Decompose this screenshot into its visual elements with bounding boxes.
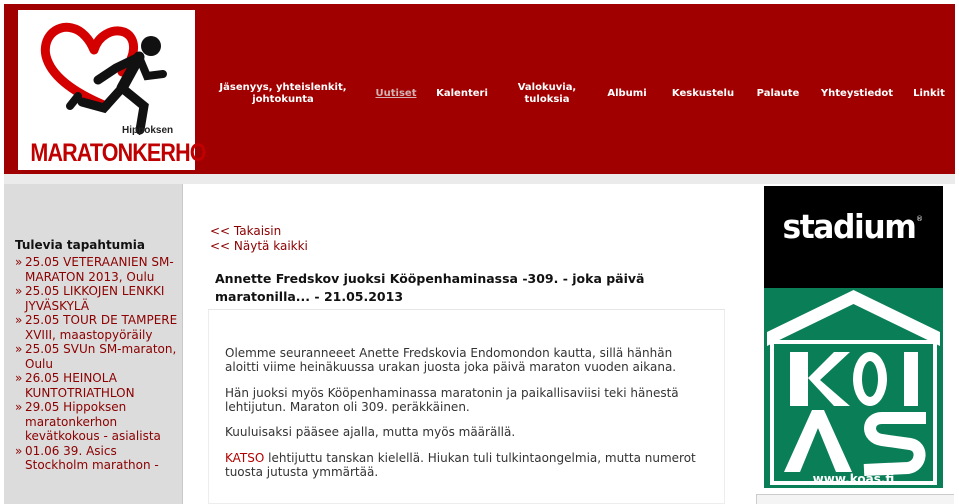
article-paragraph: Kuuluisaksi pääsee ajalla, mutta myös mä… — [225, 425, 516, 440]
bullet-icon: » — [15, 371, 23, 385]
back-link[interactable]: << Takaisin — [210, 224, 308, 239]
nav-item-jasenyys[interactable]: Jäsenyys, yhteislenkit, johtokunta — [210, 74, 356, 114]
upcoming-events-title: Tulevia tapahtumia — [15, 238, 145, 252]
event-link[interactable]: 25.05 LIKKOJEN LENKKI JYVÄSKYLÄ — [25, 284, 164, 313]
page: Hippoksen MARATONKERHO Jäsenyys, yhteisl… — [0, 0, 959, 504]
bullet-icon: » — [15, 313, 23, 327]
nav-item-uutiset[interactable]: Uutiset — [368, 74, 424, 114]
nav-item-yhteystiedot[interactable]: Yhteystiedot — [812, 74, 902, 114]
sidebar: Tulevia tapahtumia » 25.05 VETERAANIEN SM… — [4, 184, 183, 504]
main-content: << Takaisin << Näytä kaikki Annette Fred… — [184, 184, 754, 504]
event-link[interactable]: 25.05 SVUn SM-maraton, Oulu — [25, 342, 176, 371]
katso-link[interactable]: KATSO — [225, 451, 264, 465]
nav-item-linkit[interactable]: Linkit — [906, 74, 952, 114]
event-item: » 25.05 VETERAANIEN SM-MARATON 2013, Oulu — [15, 255, 180, 284]
event-item: » 29.05 Hippoksen maratonkerhon kevätkoko… — [15, 400, 180, 444]
event-link[interactable]: 26.05 HEINOLA KUNTOTRIATHLON — [25, 371, 135, 400]
site-header: Hippoksen MARATONKERHO Jäsenyys, yhteisl… — [4, 4, 955, 174]
nav-item-palaute[interactable]: Palaute — [750, 74, 806, 114]
bullet-icon: » — [15, 342, 23, 356]
bullet-icon: » — [15, 443, 23, 458]
logo-title: MARATONKERHO — [30, 139, 206, 167]
show-all-link[interactable]: << Näytä kaikki — [210, 239, 308, 254]
article-paragraph: Olemme seuranneeet Anette Fredskovia End… — [225, 346, 677, 375]
ad-column: stadium ® www.koas.fi — [754, 184, 955, 504]
registered-mark: ® — [916, 215, 923, 223]
nav-item-keskustelu[interactable]: Keskustelu — [666, 74, 740, 114]
bullet-icon: » — [15, 284, 23, 298]
nav-item-valokuvia[interactable]: Valokuvia, tuloksia — [512, 74, 582, 114]
bullet-icon: » — [15, 400, 23, 414]
article-body: Olemme seuranneeet Anette Fredskovia End… — [208, 310, 725, 504]
stadium-ad[interactable]: stadium ® — [764, 186, 943, 288]
event-item: » 25.05 TOUR DE TAMPERE XVIII, maastopyör… — [15, 313, 180, 342]
event-link[interactable]: 25.05 VETERAANIEN SM-MARATON 2013, Oulu — [25, 255, 174, 284]
event-link[interactable]: 25.05 TOUR DE TAMPERE XVIII, maastopyörä… — [25, 313, 177, 342]
header-divider — [4, 174, 955, 184]
nav-item-albumi[interactable]: Albumi — [602, 74, 652, 114]
upcoming-events-list: » 25.05 VETERAANIEN SM-MARATON 2013, Oulu… — [15, 255, 180, 473]
bullet-icon: » — [15, 255, 23, 269]
logo-subtitle: Hippoksen — [122, 125, 174, 136]
site-logo[interactable]: Hippoksen MARATONKERHO — [18, 10, 206, 170]
nav-item-kalenteri[interactable]: Kalenteri — [432, 74, 492, 114]
article-paragraph: Hän juoksi myös Kööpenhaminassa maratoni… — [225, 385, 679, 414]
article-nav-links: << Takaisin << Näytä kaikki — [210, 224, 308, 253]
event-item: » 25.05 LIKKOJEN LENKKI JYVÄSKYLÄ — [15, 284, 180, 313]
stadium-logo-text: stadium — [782, 207, 917, 246]
event-link[interactable]: 01.06 39. Asics Stockholm marathon - — [25, 444, 159, 473]
koas-url[interactable]: www.koas.fi — [764, 471, 943, 489]
article-paragraph-last: KATSO lehtijuttu tanskan kielellä. Hiuka… — [225, 451, 710, 479]
frame-edge — [756, 494, 954, 504]
event-item: » 01.06 39. Asics Stockholm marathon - — [15, 444, 180, 473]
event-link[interactable]: 29.05 Hippoksen maratonkerhon kevätkokou… — [25, 400, 161, 443]
event-item: » 26.05 HEINOLA KUNTOTRIATHLON — [15, 371, 180, 400]
article-title: Annette Fredskov juoksi Kööpenhaminassa … — [208, 266, 725, 310]
article-paragraph-text: lehtijuttu tanskan kielellä. Hiukan tuli… — [225, 450, 696, 479]
koas-ad-logo-icon[interactable] — [764, 288, 943, 488]
event-item: » 25.05 SVUn SM-maraton, Oulu — [15, 342, 180, 371]
